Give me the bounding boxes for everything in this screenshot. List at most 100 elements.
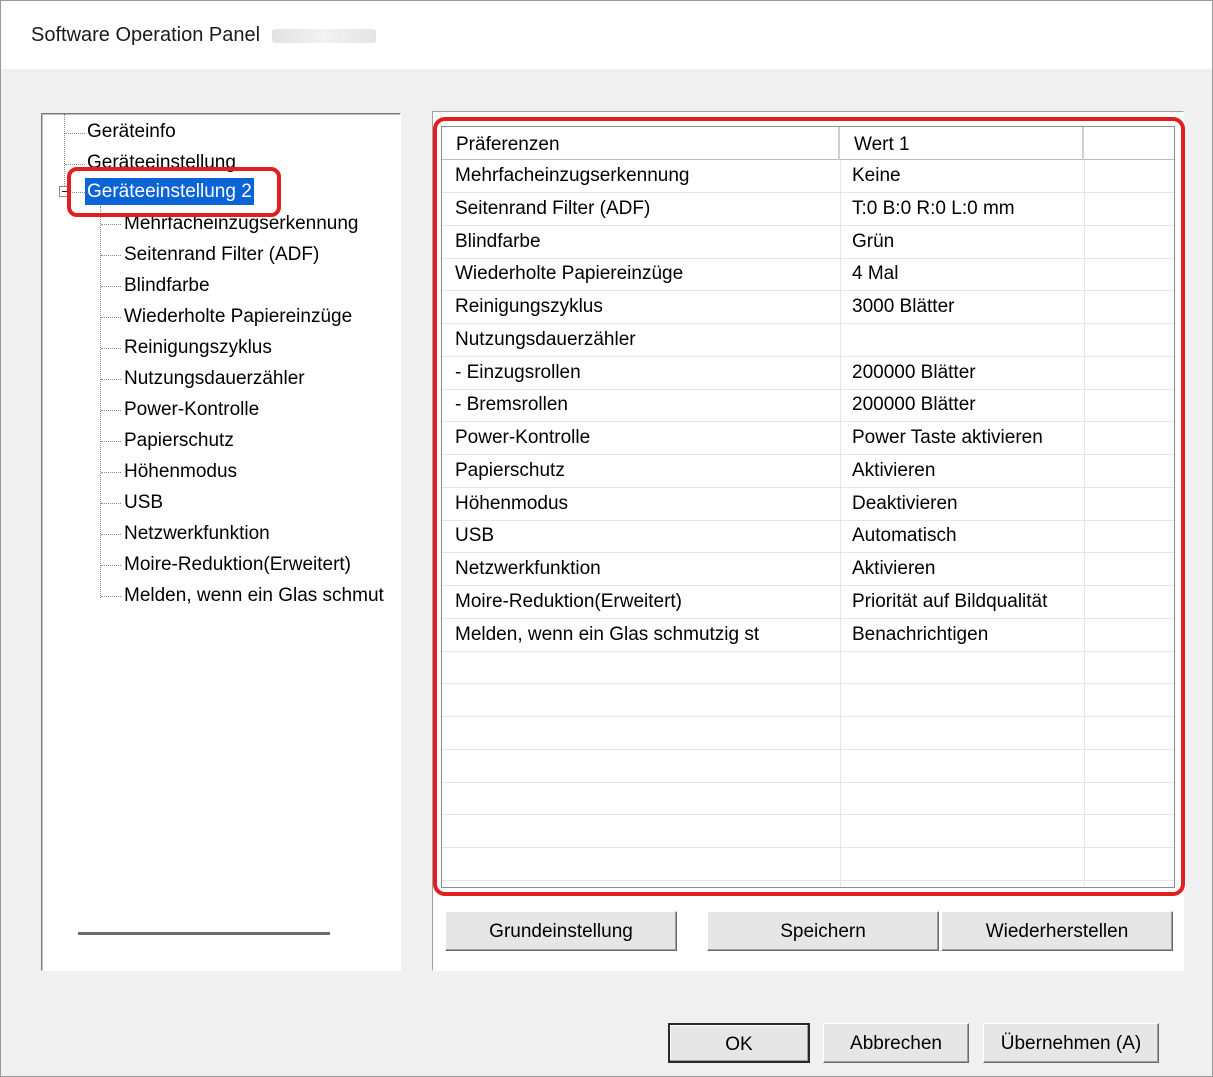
preference-name-cell: Wiederholte Papiereinzüge	[455, 263, 684, 285]
preference-name-cell: Netzwerkfunktion	[455, 558, 601, 579]
table-row[interactable]: - Bremsrollen 200000 Blätter	[442, 389, 1174, 423]
table-row[interactable]: Mehrfacheinzugserkennung Keine	[442, 160, 1174, 193]
table-row[interactable]	[442, 782, 1174, 816]
table-row[interactable]: Power-Kontrolle Power Taste aktivieren	[442, 422, 1174, 455]
tree-connector	[101, 534, 121, 535]
tree-item-paper-protection[interactable]: Papierschutz	[124, 427, 234, 454]
tree-item-device-settings-2[interactable]: Geräteeinstellung 2	[85, 178, 254, 205]
tree-connector	[101, 410, 121, 411]
horizontal-scrollbar[interactable]	[78, 932, 330, 935]
blurred-device-name	[272, 28, 377, 43]
tree-connector	[70, 192, 85, 193]
tree-connector	[100, 206, 101, 598]
title-bar: Software Operation Panel	[1, 1, 1212, 69]
table-row[interactable]: Reinigungszyklus 3000 Blätter	[442, 291, 1174, 324]
tree-item-cleaning-cycle[interactable]: Reinigungszyklus	[124, 334, 272, 361]
table-row[interactable]	[442, 651, 1174, 685]
preference-name-cell: Seitenrand Filter (ADF)	[455, 197, 651, 219]
tree-item-altitude-mode[interactable]: Höhenmodus	[124, 458, 237, 485]
preference-value-cell: Aktivieren	[852, 558, 936, 579]
table-row[interactable]: Nutzungsdauerzähler	[442, 324, 1174, 357]
tree-connector	[101, 317, 121, 318]
table-row[interactable]: Papierschutz Aktivieren	[442, 455, 1174, 488]
preference-name-cell: - Einzugsrollen	[455, 361, 581, 383]
preference-name-cell: Reinigungszyklus	[455, 296, 603, 317]
tree-connector	[101, 348, 121, 349]
tree-item-device-settings[interactable]: Geräteeinstellung	[87, 149, 236, 176]
tree-item-usb[interactable]: USB	[124, 489, 163, 516]
column-header-preferences[interactable]: Präferenzen	[442, 127, 840, 160]
tree-item-moire-reduction[interactable]: Moire-Reduktion(Erweitert)	[124, 551, 351, 578]
tree-item-multifeed[interactable]: Mehrfacheinzugserkennung	[124, 210, 359, 237]
tree-item-glass-dirty-notify[interactable]: Melden, wenn ein Glas schmut	[124, 582, 384, 609]
tree-item-life-counter[interactable]: Nutzungsdauerzähler	[124, 365, 305, 392]
table-row[interactable]: Höhenmodus Deaktivieren	[442, 488, 1174, 521]
default-settings-button[interactable]: Grundeinstellung	[445, 911, 677, 951]
table-row[interactable]: Moire-Reduktion(Erweitert) Priorität auf …	[442, 586, 1174, 619]
table-row[interactable]	[442, 750, 1174, 783]
tree-connector	[65, 133, 85, 134]
preference-value-cell: 200000 Blätter	[852, 361, 976, 383]
preference-name-cell: - Bremsrollen	[455, 394, 568, 416]
preference-value-cell: Deaktivieren	[852, 492, 958, 514]
preference-value-cell: Grün	[852, 230, 895, 252]
table-row[interactable]	[442, 848, 1174, 881]
tree-item-margin-filter[interactable]: Seitenrand Filter (ADF)	[124, 241, 319, 268]
table-row[interactable]: - Einzugsrollen 200000 Blätter	[442, 357, 1174, 390]
preference-name-cell: Nutzungsdauerzähler	[455, 328, 636, 350]
column-header-value-1[interactable]: Wert 1	[840, 127, 1084, 160]
ok-button[interactable]: OK	[668, 1023, 810, 1063]
table-row[interactable]	[442, 815, 1174, 848]
preference-value-cell: Automatisch	[852, 525, 957, 547]
save-button[interactable]: Speichern	[707, 911, 939, 951]
window-title-text: Software Operation Panel	[31, 24, 261, 46]
table-row[interactable]: USB Automatisch	[442, 520, 1174, 554]
collapse-icon[interactable]	[59, 186, 70, 197]
preference-value-cell: Priorität auf Bildqualität	[852, 590, 1048, 612]
preference-name-cell: Höhenmodus	[455, 492, 569, 514]
tree-connector	[101, 224, 121, 225]
preference-value-cell: Power Taste aktivieren	[852, 427, 1043, 448]
restore-button[interactable]: Wiederherstellen	[941, 911, 1173, 951]
preference-value-cell: 3000 Blätter	[852, 296, 955, 317]
tree-item-network[interactable]: Netzwerkfunktion	[124, 520, 270, 547]
settings-grid[interactable]: Präferenzen Wert 1 Mehrfacheinzugserkenn…	[441, 126, 1175, 888]
tree-connector	[101, 503, 121, 504]
table-row[interactable]: Netzwerkfunktion Aktivieren	[442, 553, 1174, 586]
preference-value-cell: T:0 B:0 R:0 L:0 mm	[852, 197, 1015, 219]
tree-connector	[101, 596, 121, 597]
tree-connector	[101, 441, 121, 442]
tree-connector	[101, 379, 121, 380]
preference-value-cell: Aktivieren	[852, 459, 936, 481]
window-title: Software Operation Panel	[31, 24, 377, 47]
tree-connector	[101, 565, 121, 566]
table-row[interactable]	[442, 684, 1174, 717]
tree-item-power-control[interactable]: Power-Kontrolle	[124, 396, 259, 423]
dialog-window: Software Operation Panel Geräteinfo Gerä…	[0, 0, 1213, 1077]
cancel-button[interactable]: Abbrechen	[823, 1023, 969, 1063]
table-row[interactable]: Melden, wenn ein Glas schmutzig st Benach…	[442, 619, 1174, 652]
table-row[interactable]: Blindfarbe Grün	[442, 226, 1174, 259]
tree-item-dropout-color[interactable]: Blindfarbe	[124, 272, 210, 299]
tree-item-device-info[interactable]: Geräteinfo	[87, 118, 176, 145]
tree-connector	[101, 255, 121, 256]
table-row[interactable]: Seitenrand Filter (ADF) T:0 B:0 R:0 L:0 m…	[442, 193, 1174, 226]
preference-value-cell: Benachrichtigen	[852, 623, 989, 645]
preference-value-cell: Keine	[852, 165, 901, 186]
tree-connector	[64, 114, 65, 190]
tree-connector	[101, 472, 121, 473]
preference-name-cell: Melden, wenn ein Glas schmutzig st	[455, 623, 760, 645]
column-header-empty[interactable]	[1084, 127, 1174, 160]
preference-name-cell: Papierschutz	[455, 459, 565, 481]
tree-item-pick-retry[interactable]: Wiederholte Papiereinzüge	[124, 303, 352, 330]
table-row[interactable]	[442, 717, 1174, 750]
preference-name-cell: Power-Kontrolle	[455, 427, 591, 448]
preference-name-cell: USB	[455, 525, 495, 547]
preference-name-cell: Blindfarbe	[455, 230, 541, 252]
table-row[interactable]: Wiederholte Papiereinzüge 4 Mal	[442, 258, 1174, 292]
apply-button[interactable]: Übernehmen (A)	[983, 1023, 1159, 1063]
preference-value-cell: 4 Mal	[852, 263, 899, 285]
preference-name-cell: Moire-Reduktion(Erweitert)	[455, 590, 683, 612]
settings-tree[interactable]: Geräteinfo Geräteeinstellung Geräteeinst…	[41, 113, 401, 971]
tree-connector	[101, 286, 121, 287]
